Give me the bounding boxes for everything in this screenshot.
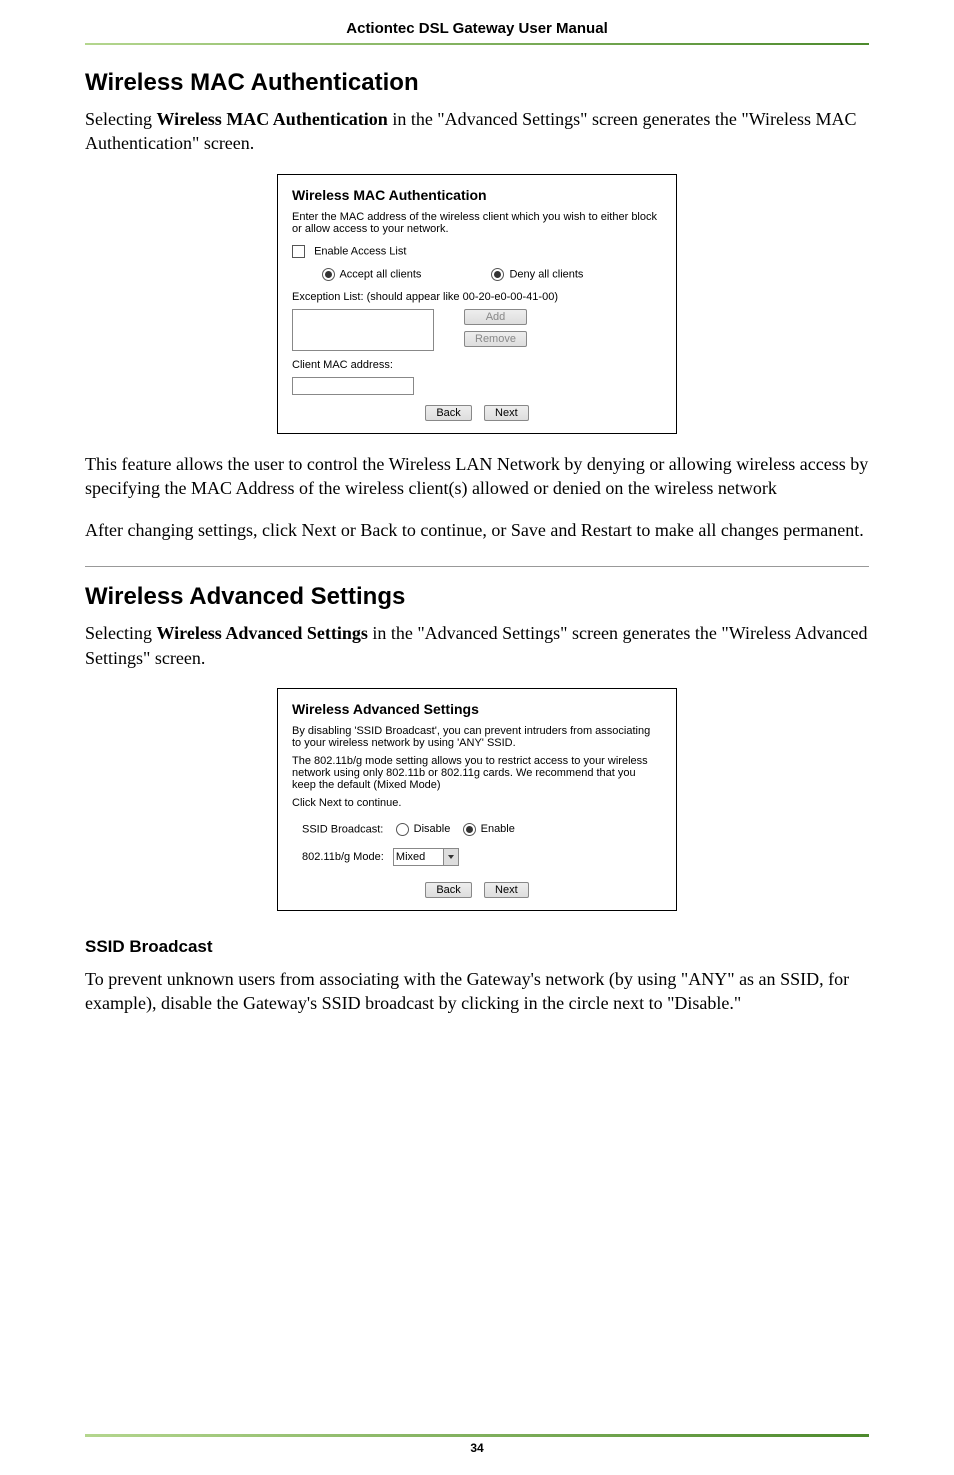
section2-para1: Selecting Wireless Advanced Settings in … (85, 621, 869, 670)
figure-wireless-mac-auth: Wireless MAC Authentication Enter the MA… (85, 174, 869, 434)
running-header: Actiontec DSL Gateway User Manual (85, 20, 869, 43)
text: Enable (481, 823, 515, 835)
section-title-wireless-mac: Wireless MAC Authentication (85, 69, 869, 97)
exception-list-label: Exception List: (should appear like 00-2… (292, 291, 662, 303)
text-bold: Wireless Advanced Settings (156, 623, 367, 643)
header-rule (85, 43, 869, 45)
text-smallcaps: SSID (780, 969, 819, 989)
text-smallcaps: ANY (688, 969, 727, 989)
enable-access-list-checkbox[interactable] (292, 245, 305, 258)
footer-rule (85, 1434, 869, 1437)
radio-icon (322, 268, 335, 281)
radio-icon (396, 823, 409, 836)
radio-icon (463, 823, 476, 836)
fig2-intro1: By disabling 'SSID Broadcast', you can p… (292, 725, 662, 749)
add-button[interactable]: Add (464, 309, 527, 325)
section-divider (85, 566, 869, 567)
text: Deny all clients (509, 268, 583, 280)
text-smallcaps: MAC (191, 478, 232, 498)
exception-list-box[interactable] (292, 309, 434, 351)
remove-button[interactable]: Remove (464, 331, 527, 347)
section-title-wireless-advanced: Wireless Advanced Settings (85, 583, 869, 611)
fig2-clicknext: Click Next to continue. (292, 797, 662, 809)
text-smallcaps: SSID (322, 993, 361, 1013)
text-smallcaps: MAC (816, 109, 857, 129)
section1-para2: This feature allows the user to control … (85, 452, 869, 501)
ssid-enable-radio[interactable]: Enable (463, 823, 515, 835)
next-button-2[interactable]: Next (484, 882, 529, 898)
fig-intro: Enter the MAC address of the wireless cl… (292, 211, 662, 235)
ssid-disable-radio[interactable]: Disable (396, 823, 451, 835)
text: To prevent unknown users from associatin… (85, 969, 688, 989)
section3-para1: To prevent unknown users from associatin… (85, 967, 869, 1016)
fig2-intro2: The 802.11b/g mode setting allows you to… (292, 755, 662, 791)
page-footer: 34 (85, 1434, 869, 1455)
text: in the "Advanced Settings" screen genera… (388, 109, 816, 129)
text: Authentication" screen. (85, 133, 254, 153)
accept-all-clients-radio-label[interactable]: Accept all clients (322, 268, 421, 281)
text-bold: Wireless MAC Authentication (156, 109, 387, 129)
radio-icon (491, 268, 504, 281)
text: broadcast by clicking in the circle next… (361, 993, 742, 1013)
enable-access-list-label: Enable Access List (314, 245, 406, 257)
ssid-broadcast-label: SSID Broadcast: (302, 823, 383, 835)
section1-para3: After changing settings, click Next or B… (85, 518, 869, 542)
subsection-ssid-broadcast: SSID Broadcast (85, 937, 869, 957)
page-number: 34 (85, 1441, 869, 1455)
text: Accept all clients (339, 268, 421, 280)
text: Disable (414, 823, 451, 835)
text: This feature allows the user to control … (85, 454, 455, 474)
mode-select[interactable]: Mixed (393, 848, 459, 866)
client-mac-input[interactable] (292, 377, 414, 395)
fig-title: Wireless MAC Authentication (292, 187, 662, 203)
section1-para1: Selecting Wireless MAC Authentication in… (85, 107, 869, 156)
next-button[interactable]: Next (484, 405, 529, 421)
back-button-2[interactable]: Back (425, 882, 471, 898)
mode-label: 802.11b/g Mode: (302, 851, 384, 863)
back-button[interactable]: Back (425, 405, 471, 421)
text-smallcaps: LAN (455, 454, 492, 474)
text: Selecting (85, 109, 156, 129)
text: Address of the wireless client(s) allowe… (232, 478, 777, 498)
text: " as an (727, 969, 780, 989)
figure-wireless-advanced-settings: Wireless Advanced Settings By disabling … (85, 688, 869, 911)
text: Selecting (85, 623, 156, 643)
fig2-title: Wireless Advanced Settings (292, 701, 662, 717)
client-mac-label: Client MAC address: (292, 359, 662, 371)
deny-all-clients-radio-label[interactable]: Deny all clients (491, 268, 583, 281)
